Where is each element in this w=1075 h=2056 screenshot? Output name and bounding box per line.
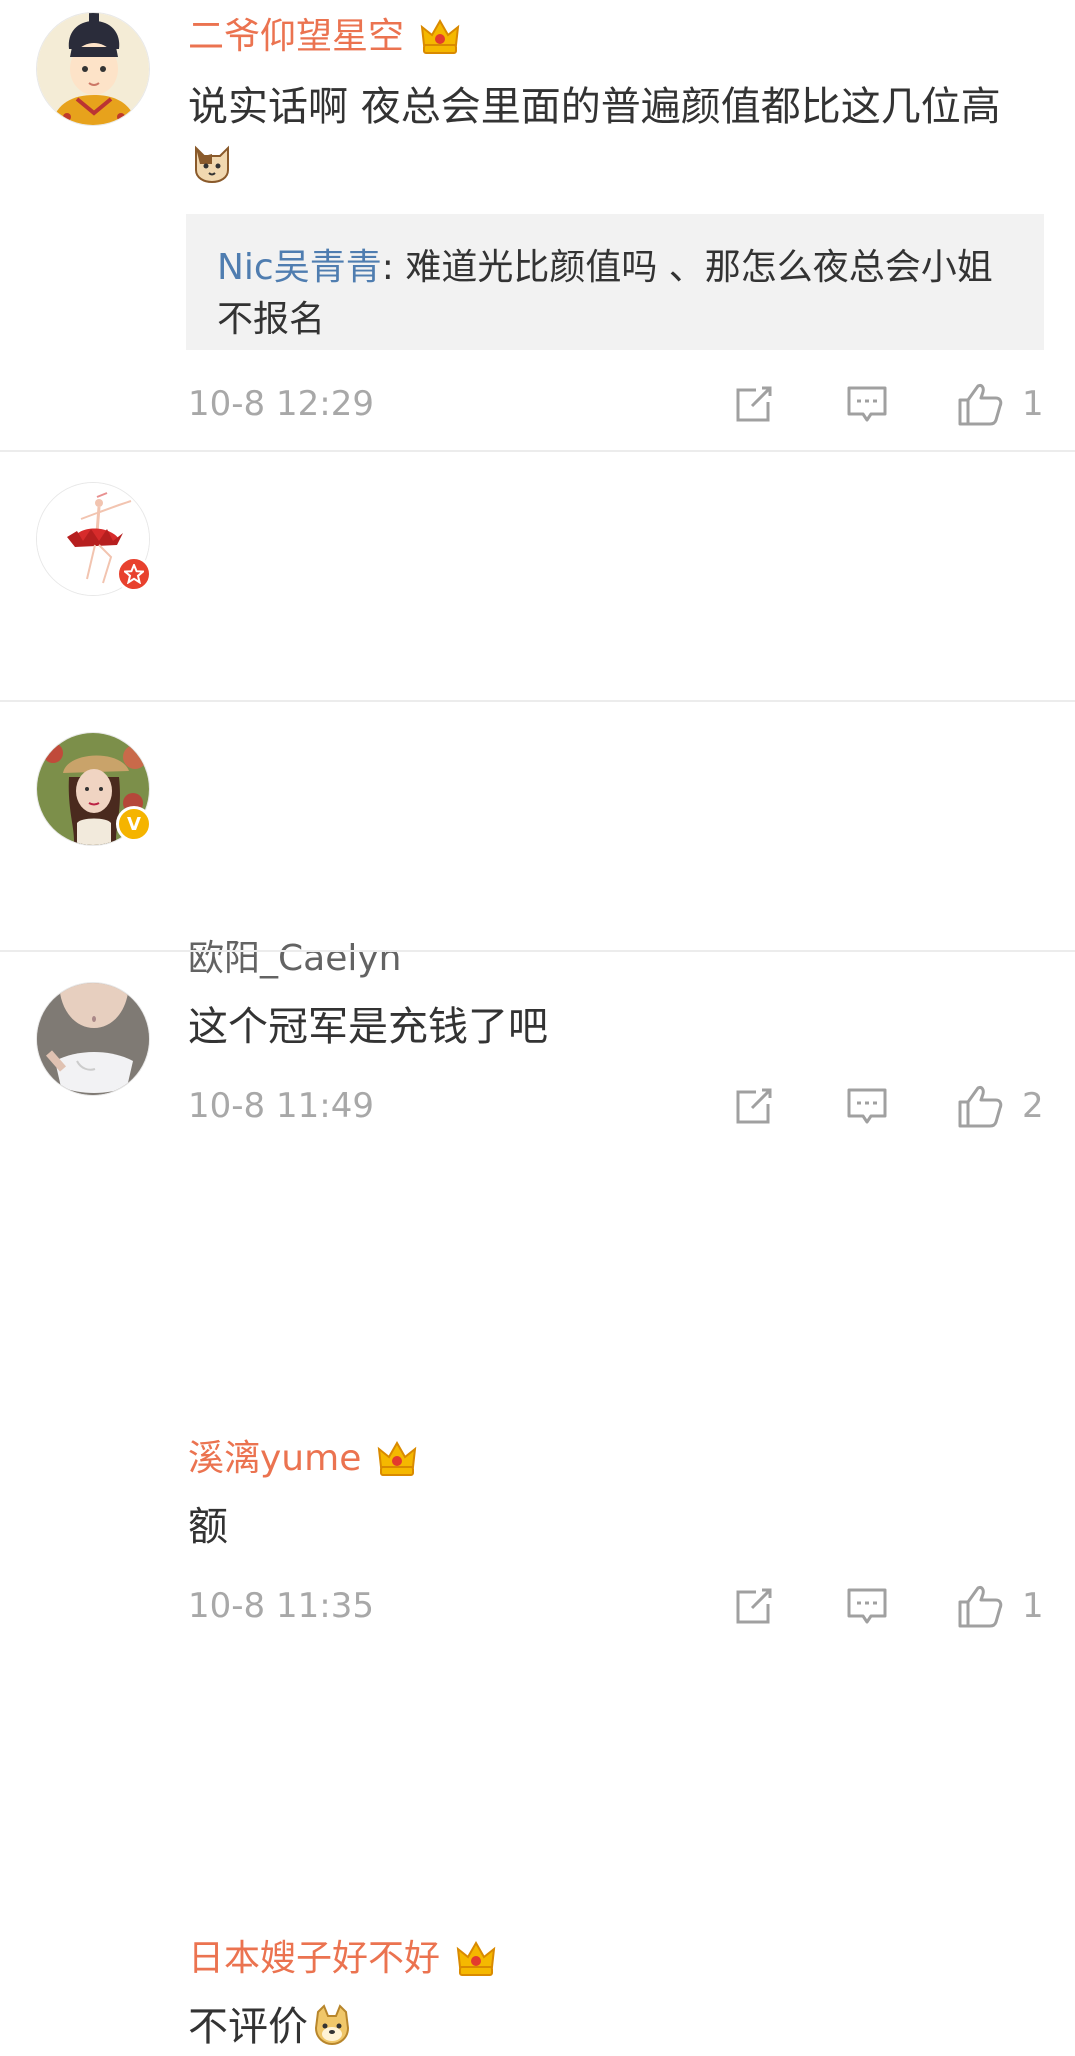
- comment-body: 说实话啊 夜总会里面的普遍颜值都比这几位高: [188, 84, 1001, 130]
- quote-separator: :: [381, 247, 406, 288]
- badge-letter: V: [127, 813, 141, 835]
- username[interactable]: 溪漓yume: [188, 1436, 419, 1482]
- comment-meta: 10-8 11:35 1: [188, 1576, 1045, 1636]
- thumbs-up-icon: [956, 380, 1004, 428]
- share-icon: [732, 1584, 776, 1628]
- comment-item: 欧阳_Caelyn 这个冠军是充钱了吧 10-8 11:49 2: [0, 452, 1075, 702]
- comment-text: 说实话啊 夜总会里面的普遍颜值都比这几位高: [188, 78, 1028, 194]
- red-star-badge-icon: [116, 556, 152, 592]
- username[interactable]: 二爷仰望星空: [188, 14, 462, 60]
- comment-text: 不评价: [188, 1998, 1028, 2056]
- crown-icon: [418, 15, 462, 59]
- cat-emoji-icon: [195, 145, 229, 184]
- comment-item: V 溪漓yume 额 10-8 11:35 1: [0, 702, 1075, 952]
- quote-username[interactable]: Nic吴青青: [217, 247, 382, 288]
- timestamp: 10-8 11:35: [188, 1586, 374, 1626]
- share-button[interactable]: [732, 382, 776, 426]
- comment-body: 不评价: [188, 2004, 308, 2050]
- quoted-reply[interactable]: Nic吴青青: 难道光比颜值吗 、那怎么夜总会小姐不报名: [186, 214, 1044, 350]
- username-text[interactable]: 溪漓yume: [188, 1436, 361, 1482]
- like-count: 1: [1022, 1586, 1044, 1626]
- comment-item: 日本嫂子好不好 不评价: [0, 952, 1075, 2050]
- username-text[interactable]: 日本嫂子好不好: [188, 1936, 440, 1982]
- comment-meta: 10-8 12:29 1: [188, 374, 1045, 434]
- username[interactable]: 日本嫂子好不好: [188, 1936, 498, 1982]
- avatar[interactable]: [36, 12, 150, 126]
- comment-icon: [845, 1584, 889, 1628]
- avatar[interactable]: [36, 482, 152, 596]
- timestamp: 10-8 12:29: [188, 384, 374, 424]
- avatar[interactable]: [36, 982, 150, 1096]
- like-count: 1: [1022, 384, 1044, 424]
- comment-item: 二爷仰望星空 说实话啊 夜总会里面的普遍颜值都比这几位高 Nic吴青青: 难道光…: [0, 0, 1075, 452]
- avatar[interactable]: V: [36, 732, 152, 846]
- username-text[interactable]: 二爷仰望星空: [188, 14, 404, 60]
- comment-icon: [845, 382, 889, 426]
- reply-button[interactable]: [845, 382, 889, 426]
- share-button[interactable]: [732, 1584, 776, 1628]
- like-button[interactable]: 1: [956, 380, 1044, 428]
- crown-icon: [375, 1437, 419, 1481]
- comment-text: 额: [188, 1498, 1028, 1556]
- share-icon: [732, 382, 776, 426]
- crown-icon: [454, 1937, 498, 1981]
- comment-body: 额: [188, 1504, 228, 1550]
- reply-button[interactable]: [845, 1584, 889, 1628]
- verified-v-badge-icon: V: [116, 806, 152, 842]
- doge-emoji-icon: [314, 2004, 350, 2046]
- like-button[interactable]: 1: [956, 1582, 1044, 1630]
- thumbs-up-icon: [956, 1582, 1004, 1630]
